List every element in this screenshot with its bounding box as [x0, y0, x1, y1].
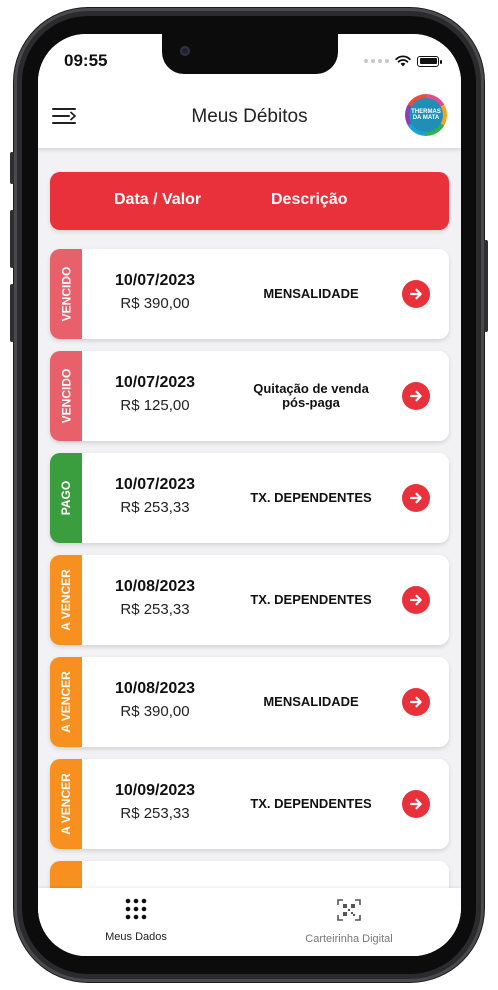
nav-meus-dados[interactable]: Meus Dados [96, 898, 176, 943]
open-debit-button[interactable] [402, 790, 430, 818]
status-tag: VENCIDO [50, 249, 82, 339]
debit-date: 10/07/2023 [114, 272, 196, 289]
arrow-right-icon [409, 288, 422, 300]
open-debit-button[interactable] [402, 688, 430, 716]
header-date-value: Data / Valor [114, 191, 202, 208]
debit-date: 10/08/2023 [114, 680, 196, 697]
debits-list[interactable]: Data / Valor Descrição VENCIDO 10/07/202… [38, 148, 461, 888]
signal-icon [364, 59, 389, 63]
debit-card[interactable]: A VENCER 10/08/2023 R$ 253,33 TX. DEPEND… [50, 555, 449, 645]
page-title: Meus Débitos [191, 106, 308, 127]
power-button [484, 240, 488, 332]
list-header: Data / Valor Descrição [50, 172, 449, 230]
debit-card[interactable]: A VENCER 10/09/2023 R$ 253,33 TX. DEPEND… [50, 759, 449, 849]
debit-card[interactable]: PAGO 10/07/2023 R$ 253,33 TX. DEPENDENTE… [50, 453, 449, 543]
debit-description: TX. DEPENDENTES [250, 592, 372, 607]
arrow-right-icon [409, 696, 422, 708]
debit-card[interactable]: VENCIDO 10/07/2023 R$ 125,00 Quitação de… [50, 351, 449, 441]
debit-value: R$ 390,00 [120, 295, 190, 312]
debit-card[interactable]: VENCIDO 10/07/2023 R$ 390,00 MENSALIDADE [50, 249, 449, 339]
debit-card-partial[interactable] [50, 861, 449, 888]
debit-value: R$ 390,00 [120, 703, 190, 720]
status-label: VENCIDO [59, 266, 73, 322]
qr-code-icon [337, 899, 361, 921]
status-tag: A VENCER [50, 555, 82, 645]
debit-description: Quitação de venda pós-paga [253, 381, 369, 410]
status-tag [50, 861, 82, 888]
status-label: A VENCER [59, 569, 74, 631]
nav-label: Meus Dados [105, 931, 167, 943]
volume-down-button [10, 284, 14, 342]
status-tag: PAGO [50, 453, 82, 543]
notch [162, 34, 338, 74]
bottom-nav: Meus Dados Carteirinha Digital [38, 888, 461, 956]
arrow-right-icon [409, 594, 422, 606]
status-tag: VENCIDO [50, 351, 82, 441]
status-time: 09:55 [64, 51, 108, 70]
debit-value: R$ 253,33 [120, 499, 190, 516]
open-debit-button[interactable] [402, 382, 430, 410]
status-label: A VENCER [59, 671, 74, 733]
status-label: A VENCER [59, 773, 74, 835]
wifi-icon [395, 55, 411, 67]
arrow-right-icon [409, 390, 422, 402]
status-tag: A VENCER [50, 657, 82, 747]
debit-description: TX. DEPENDENTES [250, 490, 372, 505]
status-tag: A VENCER [50, 759, 82, 849]
status-icons [364, 55, 442, 67]
status-label: VENCIDO [59, 368, 73, 424]
front-camera [180, 46, 190, 56]
battery-icon [417, 55, 442, 67]
nav-carteirinha-digital[interactable]: Carteirinha Digital [294, 898, 404, 945]
debit-value: R$ 253,33 [120, 601, 190, 618]
volume-up-button [10, 210, 14, 268]
open-debit-button[interactable] [402, 280, 430, 308]
arrow-right-icon [409, 798, 422, 810]
debit-value: R$ 125,00 [120, 397, 190, 414]
debit-date: 10/09/2023 [114, 782, 196, 799]
debit-card[interactable]: A VENCER 10/08/2023 R$ 390,00 MENSALIDAD… [50, 657, 449, 747]
status-label: PAGO [59, 480, 74, 516]
club-logo[interactable]: THERMAS DA MATA [405, 94, 447, 136]
logo-line2: DA MATA [412, 115, 440, 121]
debit-description: MENSALIDADE [263, 694, 359, 709]
debit-description: TX. DEPENDENTES [250, 796, 372, 811]
nav-label: Carteirinha Digital [305, 933, 393, 945]
debit-date: 10/08/2023 [114, 578, 196, 595]
debit-value: R$ 253,33 [120, 805, 190, 822]
arrow-right-icon [409, 492, 422, 504]
open-debit-button[interactable] [402, 484, 430, 512]
debit-description: MENSALIDADE [263, 286, 359, 301]
silent-switch [10, 152, 14, 184]
open-debit-button[interactable] [402, 586, 430, 614]
debit-date: 10/07/2023 [114, 476, 196, 493]
debit-date: 10/07/2023 [114, 374, 196, 391]
header-description: Descrição [271, 191, 348, 208]
screen: 09:55 Meus Débitos THERMAS DA MATA Data … [38, 34, 461, 956]
app-bar: Meus Débitos THERMAS DA MATA [38, 90, 461, 148]
grid-icon [125, 898, 147, 920]
